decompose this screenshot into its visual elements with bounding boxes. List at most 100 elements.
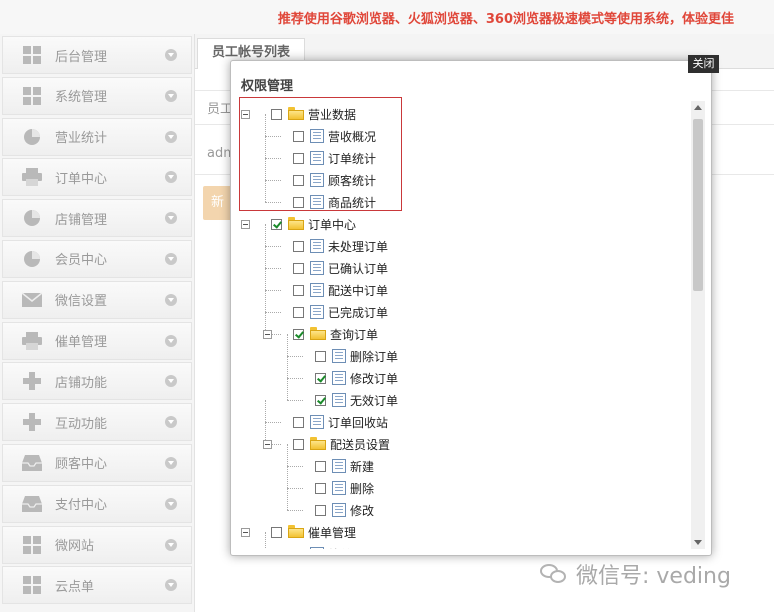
permission-checkbox[interactable] bbox=[293, 130, 304, 142]
permission-checkbox[interactable] bbox=[271, 218, 282, 230]
tree-connector bbox=[287, 334, 288, 356]
tree-node[interactable]: 订单中心 bbox=[271, 213, 356, 235]
scroll-up-icon[interactable] bbox=[694, 105, 702, 110]
tree-node[interactable]: 查询订单 bbox=[293, 323, 378, 345]
document-icon bbox=[310, 239, 324, 253]
permission-checkbox[interactable] bbox=[271, 108, 282, 120]
permission-checkbox[interactable] bbox=[271, 526, 282, 538]
document-icon bbox=[332, 371, 346, 385]
sidebar-item[interactable]: 后台管理 bbox=[2, 36, 192, 74]
sidebar-item[interactable]: 互动功能 bbox=[2, 403, 192, 442]
chevron-down-icon[interactable] bbox=[165, 89, 177, 102]
scroll-thumb[interactable] bbox=[693, 119, 703, 291]
sidebar-item[interactable]: 云点单 bbox=[2, 566, 192, 605]
tree-node[interactable]: 修改 bbox=[315, 499, 374, 521]
tree-node[interactable]: 删除订单 bbox=[315, 345, 398, 367]
sidebar-item[interactable]: 催单管理 bbox=[2, 321, 192, 360]
chevron-down-icon[interactable] bbox=[165, 212, 177, 225]
scroll-down-icon[interactable] bbox=[694, 540, 702, 545]
tree-node[interactable]: 新建 bbox=[315, 455, 374, 477]
tree-node-label: 未处理订单 bbox=[328, 239, 389, 254]
tree-node[interactable]: 催单设置 bbox=[293, 543, 376, 549]
tree-node-label: 配送员设置 bbox=[330, 437, 391, 452]
permission-checkbox[interactable] bbox=[315, 372, 326, 384]
permission-checkbox[interactable] bbox=[293, 438, 304, 450]
permission-checkbox[interactable] bbox=[293, 328, 304, 340]
chevron-down-icon[interactable] bbox=[165, 171, 177, 184]
tree-connector bbox=[265, 202, 281, 203]
chevron-down-icon[interactable] bbox=[165, 456, 177, 469]
tree-node[interactable]: 订单回收站 bbox=[293, 411, 388, 433]
collapse-toggle-icon[interactable] bbox=[241, 220, 250, 229]
collapse-toggle-icon[interactable] bbox=[263, 330, 272, 339]
collapse-toggle-icon[interactable] bbox=[263, 440, 272, 449]
permission-checkbox[interactable] bbox=[315, 504, 326, 516]
permission-checkbox[interactable] bbox=[293, 262, 304, 274]
permission-checkbox[interactable] bbox=[293, 548, 304, 549]
permission-checkbox[interactable] bbox=[293, 306, 304, 318]
permission-checkbox[interactable] bbox=[315, 460, 326, 472]
sidebar-item[interactable]: 微网站 bbox=[2, 525, 192, 564]
tree-node-label: 新建 bbox=[350, 459, 375, 474]
tree-node[interactable]: 未处理订单 bbox=[293, 235, 388, 257]
chevron-down-icon[interactable] bbox=[165, 497, 177, 510]
tree-connector bbox=[265, 268, 266, 290]
tree-node[interactable]: 营收概况 bbox=[293, 125, 376, 147]
chevron-down-icon[interactable] bbox=[165, 49, 177, 61]
tree-scrollbar[interactable] bbox=[691, 101, 705, 549]
document-icon bbox=[310, 415, 324, 429]
chevron-down-icon[interactable] bbox=[165, 579, 177, 592]
permission-checkbox[interactable] bbox=[293, 284, 304, 296]
grid-icon bbox=[21, 576, 43, 595]
tree-node[interactable]: 订单统计 bbox=[293, 147, 376, 169]
sidebar-item[interactable]: 营业统计 bbox=[2, 117, 192, 156]
sidebar-item-label: 云点单 bbox=[55, 579, 95, 595]
tree-node[interactable]: 顾客统计 bbox=[293, 169, 376, 191]
chevron-down-icon[interactable] bbox=[165, 375, 177, 388]
tree-connector bbox=[265, 158, 266, 180]
chevron-down-icon[interactable] bbox=[165, 293, 177, 306]
sidebar-item[interactable]: 订单中心 bbox=[2, 158, 192, 197]
chevron-down-icon[interactable] bbox=[165, 130, 177, 143]
chevron-down-icon[interactable] bbox=[165, 252, 177, 265]
sidebar-item[interactable]: 顾客中心 bbox=[2, 443, 192, 482]
tree-node[interactable]: 修改订单 bbox=[315, 367, 398, 389]
collapse-toggle-icon[interactable] bbox=[241, 528, 250, 537]
permission-checkbox[interactable] bbox=[293, 240, 304, 252]
permission-checkbox[interactable] bbox=[315, 350, 326, 362]
sidebar-item[interactable]: 店铺管理 bbox=[2, 199, 192, 238]
chevron-down-icon[interactable] bbox=[165, 334, 177, 347]
tree-node-label: 删除订单 bbox=[350, 349, 399, 364]
tree-node[interactable]: 已完成订单 bbox=[293, 301, 388, 323]
sidebar-item[interactable]: 系统管理 bbox=[2, 76, 192, 115]
tree-node[interactable]: 无效订单 bbox=[315, 389, 398, 411]
chevron-down-icon[interactable] bbox=[165, 538, 177, 551]
tree-connector bbox=[265, 158, 281, 159]
tree-node[interactable]: 配送员设置 bbox=[293, 433, 390, 455]
permission-checkbox[interactable] bbox=[315, 394, 326, 406]
permission-checkbox[interactable] bbox=[315, 482, 326, 494]
tree-node[interactable]: 删除 bbox=[315, 477, 374, 499]
top-banner: 推荐使用谷歌浏览器、火狐浏览器、360浏览器极速模式等使用系统，体验更佳 bbox=[0, 0, 774, 34]
sidebar-item[interactable]: 支付中心 bbox=[2, 484, 192, 523]
chevron-down-icon[interactable] bbox=[165, 416, 177, 429]
permission-checkbox[interactable] bbox=[293, 152, 304, 164]
permission-checkbox[interactable] bbox=[293, 174, 304, 186]
tree-node[interactable]: 商品统计 bbox=[293, 191, 376, 213]
tree-node[interactable]: 已确认订单 bbox=[293, 257, 388, 279]
tree-node-label: 配送中订单 bbox=[328, 283, 389, 298]
tree-connector bbox=[265, 312, 281, 313]
tree-connector bbox=[265, 246, 281, 247]
sidebar-item[interactable]: 微信设置 bbox=[2, 280, 192, 319]
sidebar-item[interactable]: 店铺功能 bbox=[2, 362, 192, 401]
folder-icon bbox=[310, 437, 326, 451]
permission-checkbox[interactable] bbox=[293, 196, 304, 208]
tree-node[interactable]: 营业数据 bbox=[271, 103, 356, 125]
tree-node[interactable]: 配送中订单 bbox=[293, 279, 388, 301]
tree-connector bbox=[287, 378, 288, 400]
permission-checkbox[interactable] bbox=[293, 416, 304, 428]
close-button[interactable]: 关闭 bbox=[688, 55, 719, 73]
collapse-toggle-icon[interactable] bbox=[241, 110, 250, 119]
sidebar-item[interactable]: 会员中心 bbox=[2, 239, 192, 278]
tree-node[interactable]: 催单管理 bbox=[271, 521, 356, 543]
